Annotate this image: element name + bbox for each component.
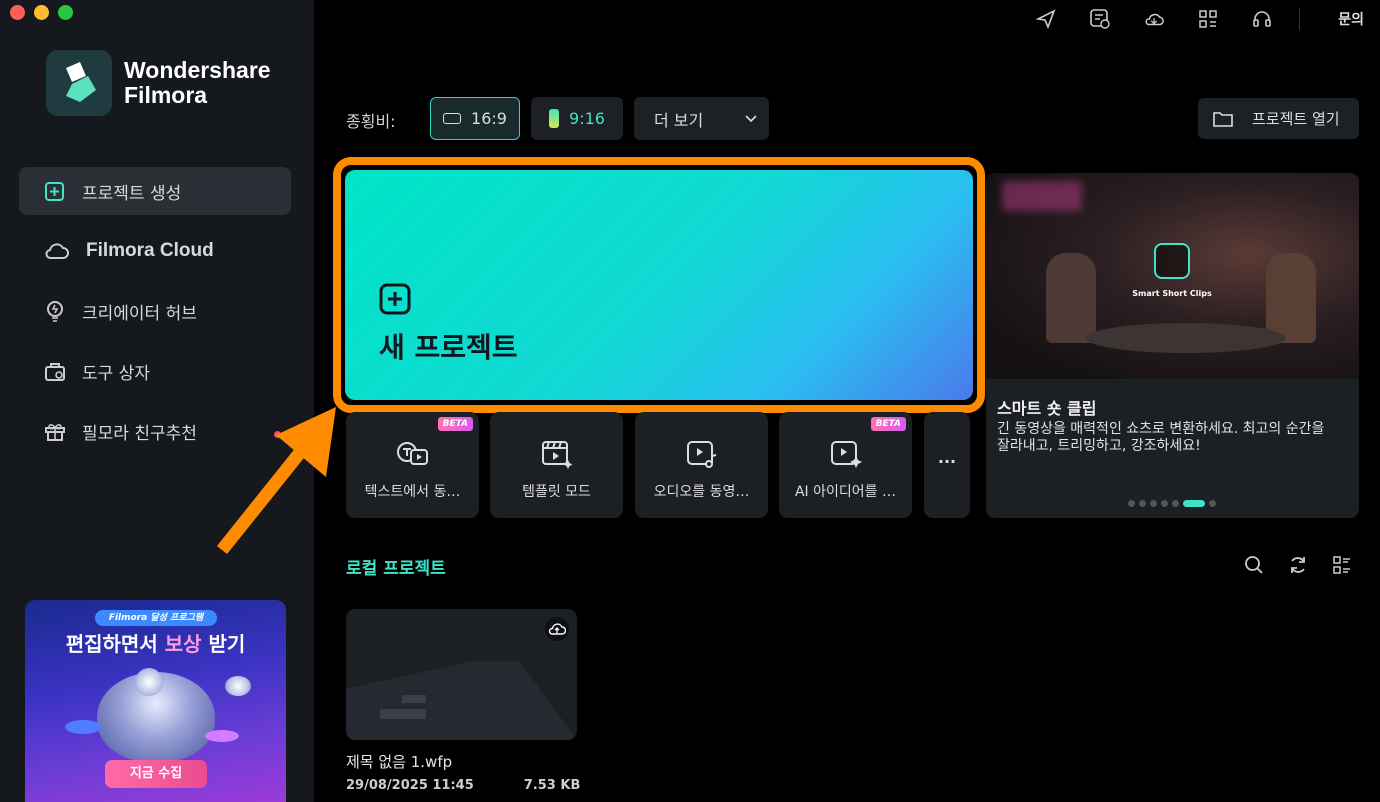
promo-banner[interactable]: Filmora 달성 프로그램 편집하면서 보상 받기 지금 수집 xyxy=(25,600,286,802)
help-button[interactable]: 문의 xyxy=(1338,9,1364,29)
ticket-illustration xyxy=(65,720,101,734)
sidebar-item-create-project[interactable]: 프로젝트 생성 xyxy=(19,167,291,215)
audio-to-video-icon xyxy=(686,441,716,468)
carousel-dot[interactable] xyxy=(1172,500,1179,507)
sidebar-item-filmora-cloud[interactable]: Filmora Cloud xyxy=(19,227,291,275)
local-projects-title: 로컬 프로젝트 xyxy=(346,559,446,579)
text-to-video-icon xyxy=(396,442,428,465)
beta-badge: BETA xyxy=(437,417,473,431)
carousel-dots xyxy=(1128,500,1216,507)
ai-idea-icon xyxy=(830,441,862,468)
new-project-icon xyxy=(45,182,64,201)
brand-line2: Filmora xyxy=(124,82,208,108)
aspect-9-16-button[interactable]: 9:16 xyxy=(531,97,623,140)
open-project-button[interactable]: 프로젝트 열기 xyxy=(1198,98,1359,139)
sidebar-item-label: 프로젝트 생성 xyxy=(82,183,182,204)
coin-illustration xyxy=(225,676,251,696)
sidebar-item-toolbox[interactable]: 도구 상자 xyxy=(19,347,291,395)
project-thumbnail[interactable] xyxy=(346,609,577,740)
project-name[interactable]: 제목 없음 1.wfp xyxy=(346,751,452,772)
feature-carousel[interactable]: Smart Short Clips 스마트 숏 클립 긴 동영상을 매력적인 쇼… xyxy=(986,173,1359,518)
carousel-dot[interactable] xyxy=(1209,500,1216,507)
refresh-icon[interactable] xyxy=(1288,555,1308,575)
toolbar-divider xyxy=(1299,8,1301,30)
carousel-dot[interactable] xyxy=(1139,500,1146,507)
annotation-arrow-icon xyxy=(216,407,336,555)
minimize-window-button[interactable] xyxy=(34,5,49,20)
tool-text-to-video[interactable]: BETA 텍스트에서 동… xyxy=(346,412,479,518)
new-project-label: 새 프로젝트 xyxy=(379,331,518,364)
carousel-description: 긴 동영상을 매력적인 쇼츠로 변환하세요. 최고의 순간을 잘라내고, 트리밍… xyxy=(997,421,1325,454)
close-window-button[interactable] xyxy=(10,5,25,20)
tool-more-button[interactable]: ··· xyxy=(924,412,970,518)
grid-icon[interactable] xyxy=(1197,8,1219,30)
beta-badge: BETA xyxy=(870,417,906,431)
sidebar-item-creator-hub[interactable]: 크리에이터 허브 xyxy=(19,287,291,335)
carousel-image: Smart Short Clips xyxy=(986,173,1359,379)
folder-icon xyxy=(1213,111,1233,127)
local-projects-tools xyxy=(1244,555,1352,575)
sidebar-item-label: 도구 상자 xyxy=(82,363,150,384)
cloud-upload-icon[interactable] xyxy=(545,617,569,641)
tool-audio-to-video[interactable]: 오디오를 동영… xyxy=(635,412,768,518)
gift-icon xyxy=(45,424,65,441)
carousel-dot[interactable] xyxy=(1150,500,1157,507)
chevron-down-icon xyxy=(745,114,757,122)
project-date: 29/08/2025 11:45 xyxy=(346,778,474,793)
cloud-icon xyxy=(45,243,69,259)
template-icon xyxy=(541,441,572,469)
tool-template-mode[interactable]: 템플릿 모드 xyxy=(490,412,623,518)
project-size: 7.53 KB xyxy=(523,778,581,793)
toolbox-icon xyxy=(45,363,65,381)
carousel-dot-active[interactable] xyxy=(1183,500,1205,507)
sidebar-item-label: 크리에이터 허브 xyxy=(82,303,197,324)
zoom-window-button[interactable] xyxy=(58,5,73,20)
list-view-icon[interactable] xyxy=(1332,555,1352,575)
search-icon[interactable] xyxy=(1244,555,1264,575)
carousel-dot[interactable] xyxy=(1128,500,1135,507)
ticket-illustration xyxy=(205,730,239,742)
project-meta: 29/08/2025 11:45 7.53 KB xyxy=(346,778,580,793)
schedule-icon[interactable] xyxy=(1089,8,1111,30)
plus-icon xyxy=(379,283,411,315)
collect-now-button[interactable]: 지금 수집 xyxy=(105,760,207,788)
app-logo: Wondershare Filmora xyxy=(46,50,271,116)
more-icon: ··· xyxy=(937,452,957,471)
portrait-icon xyxy=(549,109,560,128)
aspect-ratio-label: 종횡비: xyxy=(346,112,396,131)
carousel-dot[interactable] xyxy=(1161,500,1168,507)
lightbulb-icon xyxy=(47,301,63,322)
landscape-icon xyxy=(443,113,462,124)
tool-ai-idea-to-video[interactable]: BETA AI 아이디어를 … xyxy=(779,412,912,518)
brand-line1: Wondershare xyxy=(124,57,271,83)
new-project-button[interactable]: 새 프로젝트 xyxy=(345,170,973,400)
smart-clip-icon xyxy=(1154,243,1190,279)
carousel-title: 스마트 숏 클립 xyxy=(997,399,1097,418)
aspect-16-9-button[interactable]: 16:9 xyxy=(430,97,520,140)
promo-title: 편집하면서 보상 받기 xyxy=(65,632,246,656)
sidebar-item-label: Filmora Cloud xyxy=(86,240,214,261)
filmora-logo-icon xyxy=(46,50,112,116)
smart-short-clips-badge: Smart Short Clips xyxy=(1126,243,1218,298)
headset-icon[interactable] xyxy=(1251,8,1273,30)
more-aspect-dropdown[interactable]: 더 보기 xyxy=(634,97,769,140)
coin-illustration xyxy=(135,668,163,696)
window-controls xyxy=(10,5,73,20)
send-icon[interactable] xyxy=(1035,8,1057,30)
cloud-sync-icon[interactable] xyxy=(1143,8,1165,30)
sidebar-item-label: 필모라 친구추천 xyxy=(82,423,197,444)
top-toolbar: 문의 xyxy=(1035,7,1380,31)
promo-tag: Filmora 달성 프로그램 xyxy=(95,610,217,626)
